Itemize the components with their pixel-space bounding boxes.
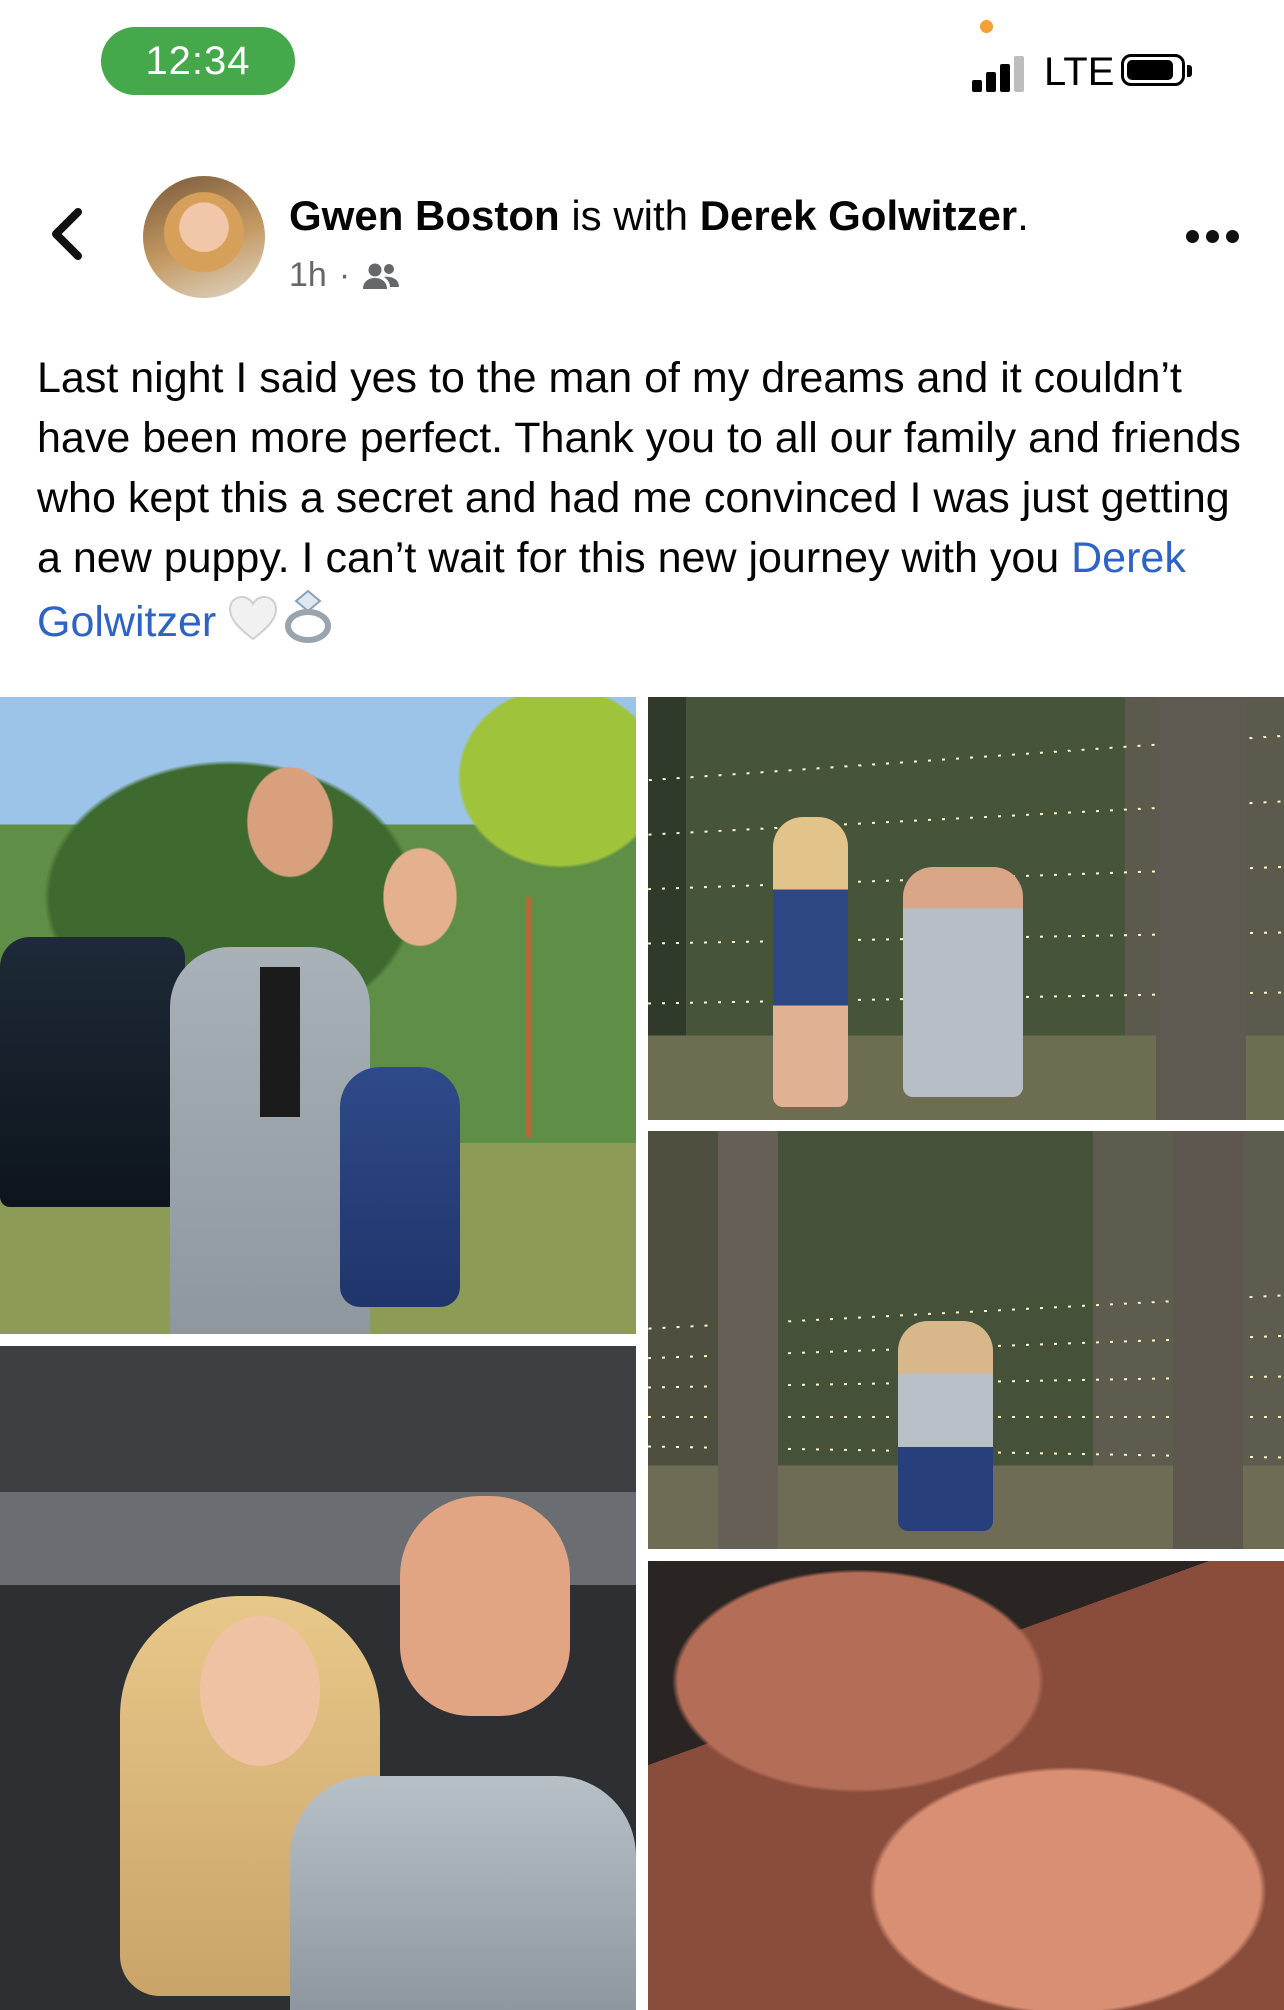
photo-ring-hand[interactable] [648, 1561, 1284, 2010]
back-button[interactable] [44, 204, 94, 264]
post-meta: 1h · [289, 256, 400, 295]
post-body: Last night I said yes to the man of my d… [37, 348, 1247, 652]
white-heart-emoji-icon [229, 595, 278, 641]
chevron-left-icon [52, 208, 82, 260]
meta-separator: · [338, 256, 351, 294]
tagged-friend-link[interactable]: Derek Golwitzer [700, 192, 1017, 239]
signal-strength-icon [972, 52, 1032, 92]
post-author-line: Gwen Boston is with Derek Golwitzer. [289, 192, 1029, 240]
network-type: LTE [1044, 50, 1115, 94]
friends-icon[interactable] [362, 261, 400, 291]
post-header: Gwen Boston is with Derek Golwitzer. 1h … [0, 160, 1284, 310]
post-timestamp[interactable]: 1h [289, 256, 327, 295]
status-time: 12:34 [101, 27, 295, 95]
photo-proposal-kneeling[interactable] [648, 697, 1284, 1120]
post-text: Last night I said yes to the man of my d… [37, 354, 1241, 582]
photo-proposal-hug[interactable] [648, 1131, 1284, 1549]
car-shape [0, 937, 185, 1207]
photo-car-selfie[interactable] [0, 1346, 636, 2010]
photo-couple-outdoors[interactable] [0, 697, 636, 1334]
woman-figure [340, 1067, 460, 1307]
battery-icon [1121, 54, 1195, 90]
windmill-shape [525, 897, 531, 1137]
ring-emoji-icon [285, 589, 332, 643]
author-avatar[interactable] [143, 176, 265, 298]
period: . [1017, 192, 1029, 239]
with-connector: is with [559, 192, 700, 239]
author-name-link[interactable]: Gwen Boston [289, 192, 560, 239]
status-bar: 12:34 LTE [0, 0, 1284, 130]
microphone-indicator-icon [980, 20, 993, 33]
more-options-button[interactable] [1186, 230, 1242, 246]
